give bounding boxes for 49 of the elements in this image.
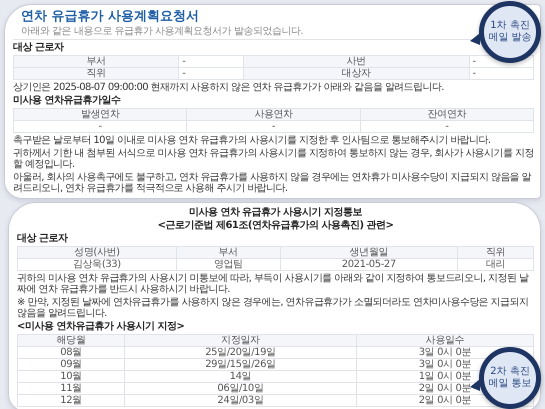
header-cell: 부서 <box>14 56 179 68</box>
callout-text: 메일 발송 <box>488 32 532 44</box>
header-cell: 직위 <box>14 68 179 80</box>
table-cell: 10월 <box>18 370 125 382</box>
header-cell: 생년월일 <box>280 246 458 258</box>
table-cell: 06일/10일 <box>124 382 356 394</box>
table-cell: - <box>178 56 244 68</box>
header-cell: 발생연차 <box>14 108 187 120</box>
header-cell: 지정일자 <box>124 334 356 346</box>
table-cell: 12월 <box>18 394 125 406</box>
paragraph: 귀하께서 기한 내 첨부된 서식으로 미사용 연차 유급휴가의 사용시기를 지정하여 통보하지 않는 경우, 회사가 사용시기를 지정할 예정입니다. <box>13 148 534 170</box>
section-heading: 대상 근로자 <box>13 42 64 53</box>
paragraph: 상기인은 2025-08-07 09:00:00 현재까지 사용하지 않은 연차 유급휴가가 아래와 같음을 알려드립니다. <box>13 82 445 93</box>
paragraph: 귀하의 미사용 연차 유급휴가의 사용시기 미통보에 따라, 부득이 사용시기를 아래와 같이 지정하여 통보드리오니, 지정된 날짜에 연차 유급휴가를 반드시 사용하시기 바랍니다. <box>17 273 530 295</box>
section-heading: <미사용 연차유급휴가 사용시기 지정> <box>17 321 184 332</box>
table-cell: - <box>360 120 534 132</box>
header-cell: 해당월 <box>18 334 125 346</box>
table-cell: - <box>14 120 187 132</box>
table-cell: 김상욱(33) <box>18 258 176 270</box>
notice-title: 미사용 연차 유급휴가 사용시기 지정통보 <box>188 207 364 218</box>
paragraph: 촉구받은 날로부터 10일 이내로 미사용 연차 유급휴가의 사용시기를 지정한 후 인사팀으로 통보해주시기 바랍니다. <box>13 135 492 146</box>
table-cell: 영업팀 <box>176 258 280 270</box>
header-cell: 사용일수 <box>356 334 534 346</box>
table-cell: - <box>186 120 360 132</box>
table-cell: 24일/03일 <box>124 394 356 406</box>
table-cell: 11월 <box>18 382 125 394</box>
section-heading: 대상 근로자 <box>17 233 68 244</box>
table-cell: 14일 <box>124 370 356 382</box>
callout-text: 1차 촉진 <box>490 20 530 32</box>
header-cell: 대상자 <box>243 68 470 80</box>
header-cell: 잔여연차 <box>360 108 534 120</box>
paragraph: ※ 만약, 지정된 날짜에 연차유급휴가를 사용하지 않은 경우에는, 연차유급휴가가 소멸되더라도 연차미사용수당은 지급되지 않음을 알려드립니다. <box>17 297 530 319</box>
table-cell: 08월 <box>18 346 125 358</box>
form-title: 연차 유급휴가 사용계획요청서 <box>20 9 200 24</box>
table-cell: 25일/20일/19일 <box>124 346 356 358</box>
header-cell: 직위 <box>457 246 534 258</box>
header-cell: 부서 <box>176 246 280 258</box>
paragraph: 아울러, 회사의 사용촉구에도 불구하고, 연차 유급휴가를 사용하지 않을 경우에는 연차휴가 미사용수당이 지급되지 않음을 알려드리오니, 연차 유급휴가를 적극적으로 사용해 주시기 바랍니다. <box>13 172 532 194</box>
table-cell: 2021-05-27 <box>280 258 458 270</box>
table-cell: 29일/15일/26일 <box>124 358 356 370</box>
table-cell: 09월 <box>18 358 125 370</box>
table-cell: - <box>178 68 244 80</box>
header-cell: 성명(사번) <box>18 246 176 258</box>
header-cell: 사용연차 <box>186 108 360 120</box>
section-heading: 미사용 연차유급휴가일수 <box>13 95 120 106</box>
header-cell: 사번 <box>243 56 470 68</box>
table-cell: - <box>469 68 534 80</box>
table-cell: 대리 <box>457 258 534 270</box>
notice-title: <근로기준법 제61조(연차유급휴가의 사용촉진) 관련> <box>156 220 394 231</box>
